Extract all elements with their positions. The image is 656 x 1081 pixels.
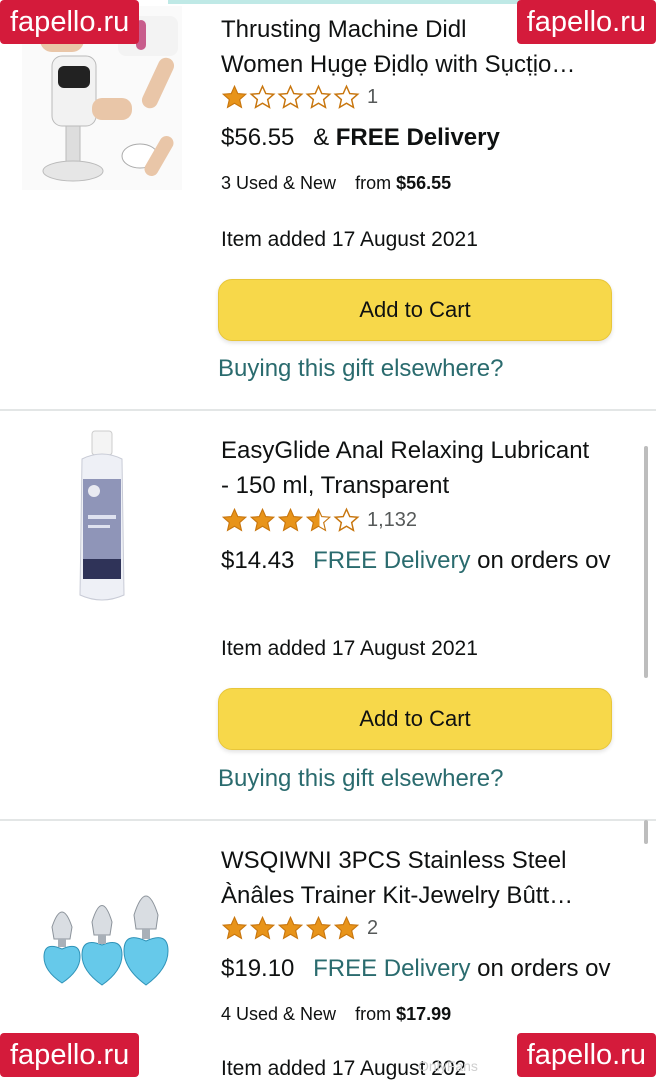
star-empty-icon bbox=[277, 83, 304, 109]
star-empty-icon bbox=[333, 83, 360, 109]
product-title-line-1: WSQIWNI 3PCS Stainless Steel bbox=[221, 847, 567, 874]
buying-elsewhere-link[interactable]: Buying this gift elsewhere? bbox=[218, 765, 504, 793]
product-rating[interactable]: 2 bbox=[221, 913, 378, 943]
star-half-icon bbox=[305, 507, 332, 532]
star-empty-icon bbox=[305, 83, 332, 109]
price: $56.55 bbox=[221, 124, 295, 151]
star-rating bbox=[221, 915, 361, 942]
rating-count: 1 bbox=[367, 85, 379, 108]
scrollbar-lower[interactable] bbox=[644, 820, 648, 844]
product-title-line-1: EasyGlide Anal Relaxing Lubricant bbox=[221, 437, 590, 464]
free-delivery-link[interactable]: FREE Delivery bbox=[313, 547, 470, 574]
rating-count: 1,132 bbox=[367, 508, 418, 531]
star-full-icon bbox=[221, 915, 248, 940]
price-row: $19.10 FREE Delivery on orders ov bbox=[221, 955, 641, 983]
star-full-icon bbox=[277, 915, 304, 940]
watermark-badge-top-left: fapello.ru bbox=[0, 0, 140, 44]
used-label: 4 Used & New bbox=[221, 1004, 337, 1024]
star-full-icon bbox=[221, 84, 248, 109]
star-full-icon bbox=[277, 507, 304, 532]
delivery-suffix: on orders ov bbox=[477, 955, 611, 982]
item-added-date: Item added 17 August 2021 bbox=[221, 637, 478, 660]
price: $19.10 bbox=[221, 955, 295, 982]
wishlist-item-2: EasyGlide Anal Relaxing Lubricant - 150 … bbox=[0, 411, 656, 819]
delivery-label: FREE Delivery bbox=[335, 124, 500, 151]
star-full-icon bbox=[333, 915, 360, 940]
watermark-faint-text: OnlyFans bbox=[418, 1058, 478, 1074]
star-empty-icon bbox=[249, 83, 276, 109]
star-full-icon bbox=[249, 507, 276, 532]
product-rating[interactable]: 1 bbox=[221, 82, 378, 112]
product-rating[interactable]: 1,132 bbox=[221, 505, 417, 535]
price-row: $14.43 FREE Delivery on orders ov bbox=[221, 547, 641, 575]
product-image-lubricant-bottle[interactable] bbox=[22, 429, 182, 609]
watermark-badge-bottom-left: fapello.ru bbox=[0, 1033, 140, 1077]
watermark-badge-bottom-right: fapello.ru bbox=[516, 1033, 656, 1077]
delivery-suffix: on orders ov bbox=[477, 547, 611, 574]
item-added-date: Item added 17 August 2021 bbox=[221, 228, 478, 251]
used-from-label: from bbox=[355, 173, 392, 193]
product-title-line-2: - 150 ml, Transparent bbox=[221, 472, 450, 499]
used-and-new-offers[interactable]: 4 Used & New from $17.99 bbox=[221, 1004, 451, 1025]
star-rating bbox=[221, 83, 361, 111]
star-full-icon bbox=[249, 915, 276, 940]
product-title-line-2: Women Hụgẹ Địdlọ with Sụcṭịo… bbox=[221, 51, 576, 78]
star-full-icon bbox=[305, 915, 332, 940]
star-empty-icon bbox=[333, 506, 360, 532]
free-delivery-link[interactable]: FREE Delivery bbox=[313, 955, 470, 982]
used-price: $17.99 bbox=[396, 1004, 452, 1024]
star-full-icon bbox=[221, 507, 248, 532]
used-from-label: from bbox=[355, 1004, 392, 1024]
price: $14.43 bbox=[221, 547, 295, 574]
add-to-cart-button[interactable]: Add to Cart bbox=[218, 688, 612, 750]
watermark-badge-top-right: fapello.ru bbox=[516, 0, 656, 44]
rating-count: 2 bbox=[367, 916, 379, 939]
used-label: 3 Used & New bbox=[221, 173, 337, 193]
product-image-jewelry-trainer-kit[interactable] bbox=[22, 867, 182, 997]
delivery-prefix: & bbox=[313, 124, 330, 151]
scrollbar-upper[interactable] bbox=[644, 446, 648, 678]
wishlist-item-1: Thrusting Machine Didl Women Hụgẹ Địdlọ … bbox=[0, 0, 656, 410]
product-title[interactable]: WSQIWNI 3PCS Stainless Steel Ànâles Trai… bbox=[221, 843, 641, 913]
buying-elsewhere-link[interactable]: Buying this gift elsewhere? bbox=[218, 355, 504, 383]
used-and-new-offers[interactable]: 3 Used & New from $56.55 bbox=[221, 173, 451, 194]
price-row: $56.55 & FREE Delivery bbox=[221, 124, 641, 152]
star-rating bbox=[221, 506, 361, 534]
product-title-line-2: Ànâles Trainer Kit-Jewelry Bûtt… bbox=[221, 882, 574, 909]
add-to-cart-button[interactable]: Add to Cart bbox=[218, 279, 612, 341]
used-price: $56.55 bbox=[396, 173, 452, 193]
product-title[interactable]: EasyGlide Anal Relaxing Lubricant - 150 … bbox=[221, 433, 641, 503]
